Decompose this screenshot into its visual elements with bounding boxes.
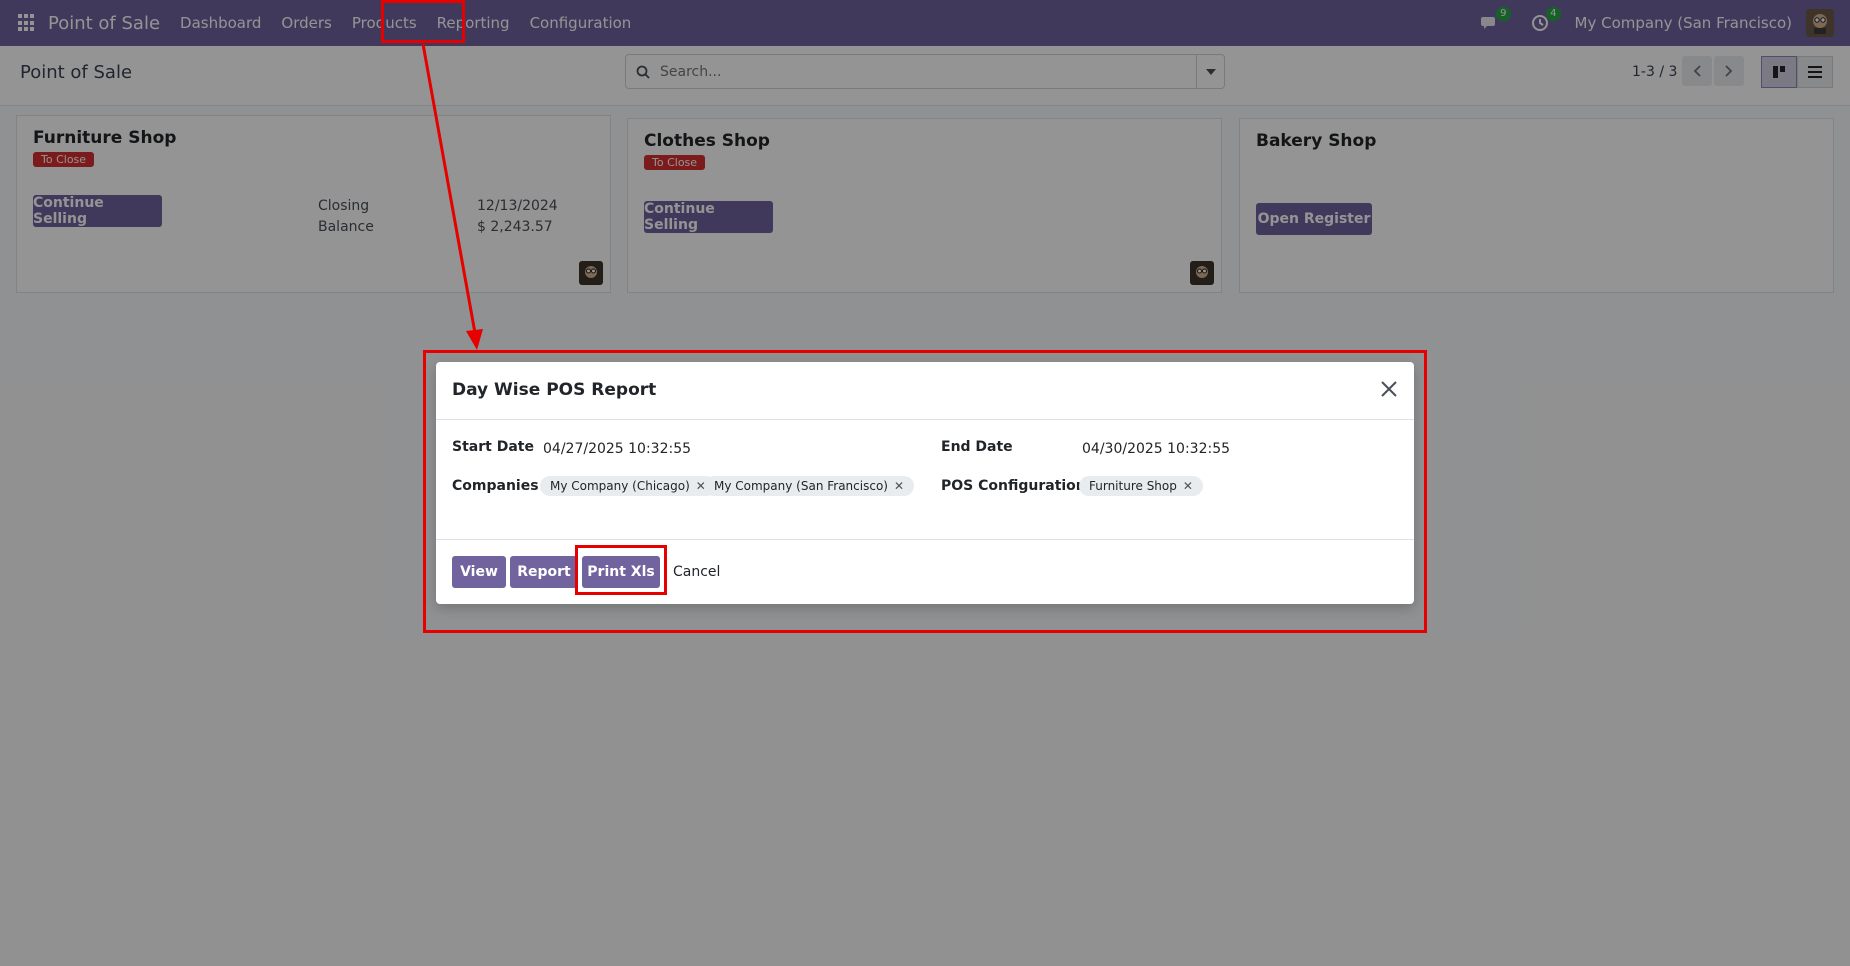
- company-tag: My Company (Chicago) ✕: [540, 476, 716, 496]
- modal-title: Day Wise POS Report: [452, 380, 657, 400]
- company-tag: My Company (San Francisco) ✕: [704, 476, 915, 496]
- modal-footer: View Report Print Xls Cancel: [436, 539, 1414, 604]
- cancel-button[interactable]: Cancel: [673, 564, 720, 580]
- companies-label: Companies: [452, 478, 539, 494]
- day-wise-pos-report-dialog: Day Wise POS Report Start Date 04/27/202…: [436, 362, 1414, 604]
- pos-configuration-label: POS Configuration: [941, 478, 1086, 494]
- start-date-field[interactable]: 04/27/2025 10:32:55: [543, 441, 691, 457]
- close-icon[interactable]: [1380, 380, 1400, 400]
- pos-config-tag-label: Furniture Shop: [1089, 479, 1177, 493]
- company-tag-label: My Company (San Francisco): [714, 479, 888, 493]
- remove-tag-icon[interactable]: ✕: [894, 476, 904, 496]
- report-button[interactable]: Report: [510, 556, 578, 588]
- company-tag-label: My Company (Chicago): [550, 479, 690, 493]
- print-xls-button[interactable]: Print Xls: [582, 556, 660, 588]
- end-date-label: End Date: [941, 439, 1013, 455]
- modal-header: Day Wise POS Report: [436, 362, 1414, 420]
- end-date-field[interactable]: 04/30/2025 10:32:55: [1082, 441, 1230, 457]
- view-button[interactable]: View: [452, 556, 506, 588]
- pos-config-tag: Furniture Shop ✕: [1079, 476, 1203, 496]
- remove-tag-icon[interactable]: ✕: [1183, 476, 1193, 496]
- start-date-label: Start Date: [452, 439, 534, 455]
